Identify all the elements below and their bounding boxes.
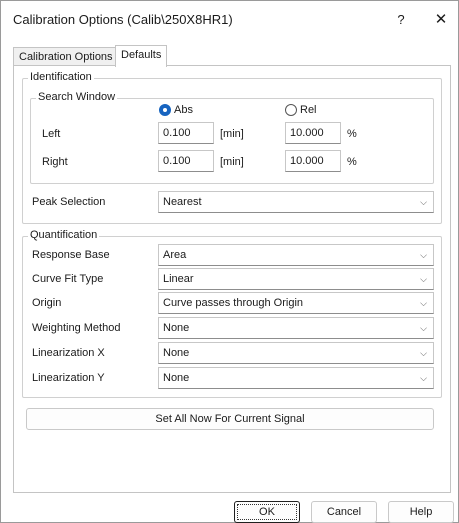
close-icon[interactable]: ✕	[429, 9, 453, 31]
rel-radio[interactable]	[285, 104, 297, 116]
linearization-y-value: None	[163, 372, 190, 384]
help-button[interactable]: Help	[388, 501, 454, 523]
curve-fit-type-value: Linear	[163, 273, 194, 285]
response-base-label: Response Base	[32, 249, 110, 261]
linearization-x-value: None	[163, 347, 190, 359]
chevron-down-icon: ⌵	[420, 250, 427, 260]
left-rel-input[interactable]: 10.000	[285, 122, 341, 144]
right-unit-label: [min]	[220, 156, 244, 168]
origin-dropdown[interactable]: Curve passes through Origin ⌵	[158, 292, 434, 314]
identification-group-label: Identification	[28, 71, 94, 83]
chevron-down-icon: ⌵	[420, 348, 427, 358]
origin-value: Curve passes through Origin	[163, 297, 304, 309]
ok-button[interactable]: OK	[234, 501, 300, 523]
tab-calibration-options[interactable]: Calibration Options	[13, 47, 119, 67]
window-title: Calibration Options (Calib\250X8HR1)	[13, 12, 233, 27]
curve-fit-type-dropdown[interactable]: Linear ⌵	[158, 268, 434, 290]
search-window-group	[30, 98, 434, 184]
help-title-button[interactable]: ?	[389, 9, 413, 31]
abs-radio[interactable]	[159, 104, 171, 116]
left-abs-input[interactable]: 0.100	[158, 122, 214, 144]
left-unit-label: [min]	[220, 128, 244, 140]
linearization-y-label: Linearization Y	[32, 372, 105, 384]
title-bar: Calibration Options (Calib\250X8HR1) ? ✕	[1, 1, 458, 39]
linearization-y-dropdown[interactable]: None ⌵	[158, 367, 434, 389]
right-label: Right	[42, 156, 68, 168]
set-all-button[interactable]: Set All Now For Current Signal	[26, 408, 434, 430]
chevron-down-icon: ⌵	[420, 274, 427, 284]
rel-radio-label: Rel	[300, 104, 317, 116]
weighting-method-dropdown[interactable]: None ⌵	[158, 317, 434, 339]
weighting-method-value: None	[163, 322, 190, 334]
right-percent-label: %	[347, 156, 357, 168]
abs-radio-label: Abs	[174, 104, 193, 116]
tab-defaults[interactable]: Defaults	[115, 45, 168, 67]
chevron-down-icon: ⌵	[420, 323, 427, 333]
right-abs-input[interactable]: 0.100	[158, 150, 214, 172]
linearization-x-dropdown[interactable]: None ⌵	[158, 342, 434, 364]
curve-fit-type-label: Curve Fit Type	[32, 273, 104, 285]
chevron-down-icon: ⌵	[420, 373, 427, 383]
response-base-dropdown[interactable]: Area ⌵	[158, 244, 434, 266]
peak-selection-dropdown[interactable]: Nearest ⌵	[158, 191, 434, 213]
cancel-button[interactable]: Cancel	[311, 501, 377, 523]
defaults-tab-panel: Identification Search Window Abs Rel Lef…	[13, 65, 451, 493]
left-label: Left	[42, 128, 61, 140]
left-percent-label: %	[347, 128, 357, 140]
search-window-label: Search Window	[36, 91, 118, 103]
right-rel-input[interactable]: 10.000	[285, 150, 341, 172]
response-base-value: Area	[163, 249, 187, 261]
quantification-group-label: Quantification	[28, 229, 100, 241]
weighting-method-label: Weighting Method	[32, 322, 121, 334]
ok-button-label: OK	[259, 506, 275, 518]
peak-selection-label: Peak Selection	[32, 196, 106, 208]
chevron-down-icon: ⌵	[420, 197, 427, 207]
linearization-x-label: Linearization X	[32, 347, 105, 359]
calibration-options-dialog: Calibration Options (Calib\250X8HR1) ? ✕…	[0, 0, 459, 523]
peak-selection-value: Nearest	[163, 196, 202, 208]
origin-label: Origin	[32, 297, 62, 309]
chevron-down-icon: ⌵	[420, 298, 427, 308]
